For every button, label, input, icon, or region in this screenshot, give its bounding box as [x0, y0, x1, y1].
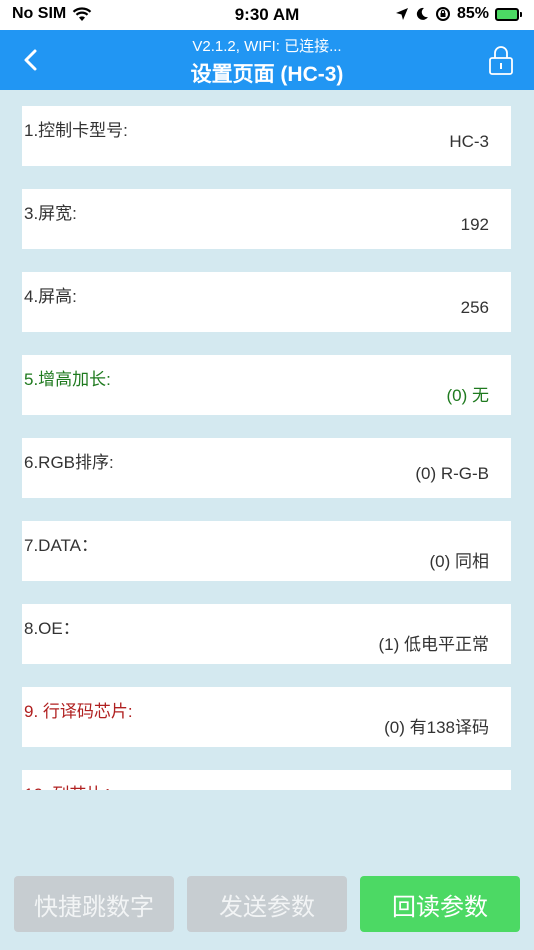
status-right: 85%	[395, 5, 522, 23]
header-subtitle: V2.1.2, WIFI: 已连接...	[192, 38, 342, 55]
status-bar: No SIM 9:30 AM 85%	[0, 0, 534, 30]
setting-label: 1.控制卡型号:	[24, 121, 128, 140]
quick-jump-button[interactable]: 快捷跳数字	[14, 876, 174, 932]
setting-label: 3.屏宽:	[24, 204, 77, 223]
setting-row-heighten-lengthen[interactable]: 5.增高加长: (0) 无	[22, 355, 511, 415]
setting-row-screen-width[interactable]: 3.屏宽: 192	[22, 189, 511, 249]
setting-label: 9. 行译码芯片:	[24, 702, 133, 721]
setting-row-rgb-order[interactable]: 6.RGB排序: (0) R-G-B	[22, 438, 511, 498]
setting-value: (1) 低电平正常	[378, 635, 490, 654]
footer-toolbar: 快捷跳数字 发送参数 回读参数	[0, 876, 534, 934]
setting-row-row-decoder[interactable]: 9. 行译码芯片: (0) 有138译码	[22, 687, 511, 747]
page-title: 设置页面 (HC-3)	[190, 63, 344, 86]
setting-value: HC-3	[449, 132, 489, 151]
setting-label: 7.DATA：	[24, 536, 98, 555]
setting-row-oe[interactable]: 8.OE： (1) 低电平正常	[22, 604, 511, 664]
setting-label: 10. 列芯片：	[24, 780, 120, 790]
battery-icon	[495, 7, 522, 21]
setting-row-card-model[interactable]: 1.控制卡型号: HC-3	[22, 106, 511, 166]
send-params-button[interactable]: 发送参数	[187, 876, 347, 932]
setting-value: 192	[460, 215, 489, 234]
moon-icon	[416, 7, 428, 20]
setting-label: 8.OE：	[24, 619, 80, 638]
location-arrow-icon	[395, 8, 408, 20]
read-params-button[interactable]: 回读参数	[360, 876, 520, 932]
setting-row-screen-height[interactable]: 4.屏高: 256	[22, 272, 511, 332]
setting-value: (0) R-G-B	[415, 464, 489, 483]
orientation-lock-icon	[435, 7, 450, 21]
setting-label: 4.屏高:	[24, 287, 77, 306]
setting-label: 5.增高加长:	[24, 370, 111, 389]
setting-value: (0) 无	[446, 386, 490, 405]
setting-row-data[interactable]: 7.DATA： (0) 同相	[22, 521, 511, 581]
nav-header: V2.1.2, WIFI: 已连接... 设置页面 (HC-3)	[0, 30, 534, 90]
setting-label: 6.RGB排序:	[24, 453, 114, 472]
settings-list[interactable]: 1.控制卡型号: HC-3 3.屏宽: 192 4.屏高: 256 5.增高加长…	[22, 106, 511, 790]
lock-icon[interactable]	[488, 44, 514, 76]
battery-percent: 85%	[456, 5, 489, 22]
setting-row-column-chip[interactable]: 10. 列芯片：	[22, 770, 511, 790]
setting-value: 256	[460, 298, 489, 317]
setting-value: (0) 有138译码	[384, 718, 489, 737]
setting-value: (0) 同相	[429, 552, 490, 571]
